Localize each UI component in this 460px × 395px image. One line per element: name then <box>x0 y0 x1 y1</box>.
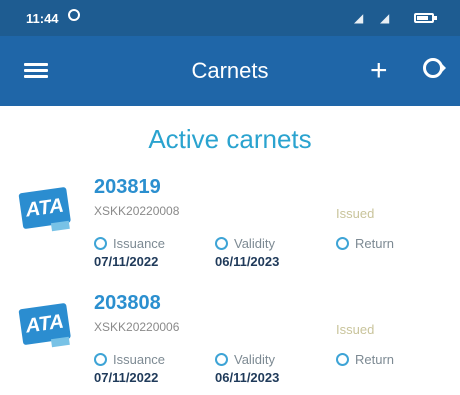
clock-icon <box>336 237 349 250</box>
ata-logo: ATA <box>18 302 71 349</box>
alarm-icon <box>68 9 80 21</box>
status-badge: Issued <box>336 322 375 337</box>
carnet-number: 203819 <box>94 176 161 198</box>
carnet-reference: XSKK20220006 <box>94 320 180 334</box>
status-badge: Issued <box>336 206 375 221</box>
clock-icon <box>215 237 228 250</box>
app-bar: Carnets + <box>0 36 460 106</box>
clock-icon <box>336 353 349 366</box>
carnet-reference: XSKK20220008 <box>94 204 180 218</box>
validity-label: Validity <box>215 352 275 367</box>
carnet-card[interactable]: ATA 203819 XSKK20220008 Issued Issuance … <box>0 176 460 274</box>
return-label: Return <box>336 236 394 251</box>
validity-date: 06/11/2023 <box>215 370 280 385</box>
issuance-date: 07/11/2022 <box>94 254 159 269</box>
validity-label: Validity <box>215 236 275 251</box>
issuance-date: 07/11/2022 <box>94 370 159 385</box>
section-title: Active carnets <box>148 124 312 154</box>
validity-date: 06/11/2023 <box>215 254 280 269</box>
issuance-label: Issuance <box>94 352 165 367</box>
add-icon[interactable]: + <box>370 54 388 88</box>
clock-icon <box>215 353 228 366</box>
signal-icon: ◢ <box>380 11 390 25</box>
ata-logo: ATA <box>18 186 71 233</box>
status-time: 11:44 <box>26 11 59 26</box>
battery-icon <box>414 13 437 23</box>
carnet-card[interactable]: ATA 203808 XSKK20220006 Issued Issuance … <box>0 292 460 390</box>
return-label: Return <box>336 352 394 367</box>
signal-icon: ◢ <box>354 11 364 25</box>
app-title: Carnets <box>191 58 269 83</box>
status-bar: 11:44 ◢ ◢ <box>0 0 460 36</box>
clock-icon <box>94 237 107 250</box>
issuance-label: Issuance <box>94 236 165 251</box>
carnet-number: 203808 <box>94 292 161 314</box>
refresh-icon[interactable] <box>423 58 446 78</box>
clock-icon <box>94 353 107 366</box>
